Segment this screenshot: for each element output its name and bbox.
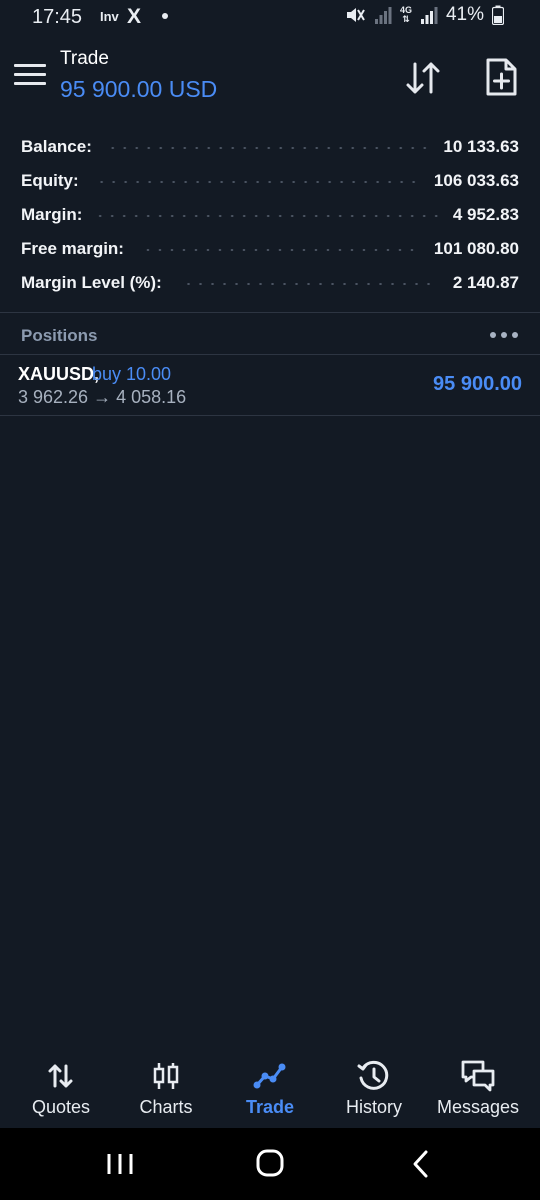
- nav-trade[interactable]: Trade: [216, 1048, 324, 1128]
- battery-percent: 41%: [445, 4, 484, 25]
- divider: [0, 354, 540, 355]
- charts-candles-icon: [153, 1063, 179, 1089]
- dotted-leader: [98, 215, 439, 217]
- summary-label: Free margin:: [21, 239, 124, 258]
- summary-value: 4 952.83: [452, 205, 519, 224]
- position-symbol: XAUUSD,: [18, 364, 100, 384]
- x-app-icon: X: [127, 5, 142, 28]
- back-icon[interactable]: [402, 1146, 442, 1182]
- summary-value: 10 133.63: [443, 137, 519, 156]
- status-time: 17:45: [32, 6, 83, 28]
- divider: [0, 312, 540, 313]
- summary-row-margin-level: Margin Level (%): 2 140.87: [21, 266, 519, 300]
- trade-line-icon: [253, 1063, 286, 1089]
- summary-value: 101 080.80: [433, 239, 519, 258]
- quotes-arrows-icon: [48, 1064, 73, 1088]
- summary-row-margin: Margin: 4 952.83: [21, 198, 519, 232]
- divider: [0, 415, 540, 416]
- sort-arrows-icon[interactable]: [403, 58, 443, 98]
- position-row[interactable]: XAUUSD, buy 10.00 3 962.26 → 4 058.16 95…: [0, 356, 540, 414]
- dotted-leader: [94, 181, 420, 183]
- summary-label: Margin Level (%):: [21, 273, 162, 292]
- summary-label: Balance:: [21, 137, 92, 156]
- position-prices: 3 962.26 → 4 058.16: [18, 387, 187, 407]
- position-profit: 95 900.00: [433, 373, 522, 395]
- summary-row-balance: Balance: 10 133.63: [21, 130, 519, 164]
- new-order-icon[interactable]: [482, 57, 520, 97]
- battery-icon: [492, 5, 504, 25]
- nav-label: Charts: [139, 1097, 193, 1117]
- positions-title: Positions: [21, 326, 98, 345]
- nav-label: Trade: [245, 1097, 295, 1117]
- summary-row-free-margin: Free margin: 101 080.80: [21, 232, 519, 266]
- nav-quotes[interactable]: Quotes: [7, 1048, 115, 1128]
- summary-label: Equity:: [21, 171, 79, 190]
- signal-weak-icon: [374, 7, 392, 24]
- data-arrows-icon: ⇅: [402, 14, 410, 24]
- positions-header: Positions: [0, 314, 540, 354]
- nav-label: Messages: [436, 1097, 520, 1117]
- summary-row-equity: Equity: 106 033.63: [21, 164, 519, 198]
- summary-label: Margin:: [21, 205, 83, 224]
- nav-charts[interactable]: Charts: [112, 1048, 220, 1128]
- page-title: Trade: [60, 48, 109, 69]
- profit-total: 95 900.00 USD: [60, 76, 218, 102]
- nav-label: Quotes: [31, 1097, 91, 1117]
- recent-apps-icon[interactable]: [100, 1146, 140, 1182]
- home-icon[interactable]: [250, 1146, 290, 1182]
- messages-bubbles-icon: [461, 1060, 495, 1092]
- inv-app-icon: Inv: [100, 9, 119, 24]
- history-clock-icon: [357, 1060, 389, 1090]
- summary-value: 2 140.87: [452, 273, 519, 292]
- summary-value: 106 033.63: [433, 171, 519, 190]
- notification-dot-icon: [162, 13, 168, 19]
- nav-label: History: [345, 1097, 402, 1117]
- dotted-leader: [107, 147, 430, 149]
- nav-history[interactable]: History: [320, 1048, 428, 1128]
- signal-strong-icon: [420, 7, 438, 24]
- nav-messages[interactable]: Messages: [424, 1048, 532, 1128]
- bottom-navigation: Quotes Charts Trade History Messages: [0, 1048, 540, 1128]
- more-options-icon[interactable]: [490, 330, 518, 340]
- dotted-leader: [177, 283, 439, 285]
- system-navigation-bar: [0, 1128, 540, 1200]
- mute-icon: [346, 8, 365, 22]
- app-header: Trade 95 900.00 USD: [0, 40, 540, 112]
- position-side: buy 10.00: [92, 364, 172, 384]
- menu-icon[interactable]: [14, 64, 46, 88]
- status-right-group: 4G ⇅ 41%: [344, 4, 504, 26]
- status-bar: 17:45 Inv X 4G ⇅ 41%: [0, 0, 540, 36]
- dotted-leader: [139, 249, 420, 251]
- network-4g-icon: 4G ⇅: [400, 6, 412, 24]
